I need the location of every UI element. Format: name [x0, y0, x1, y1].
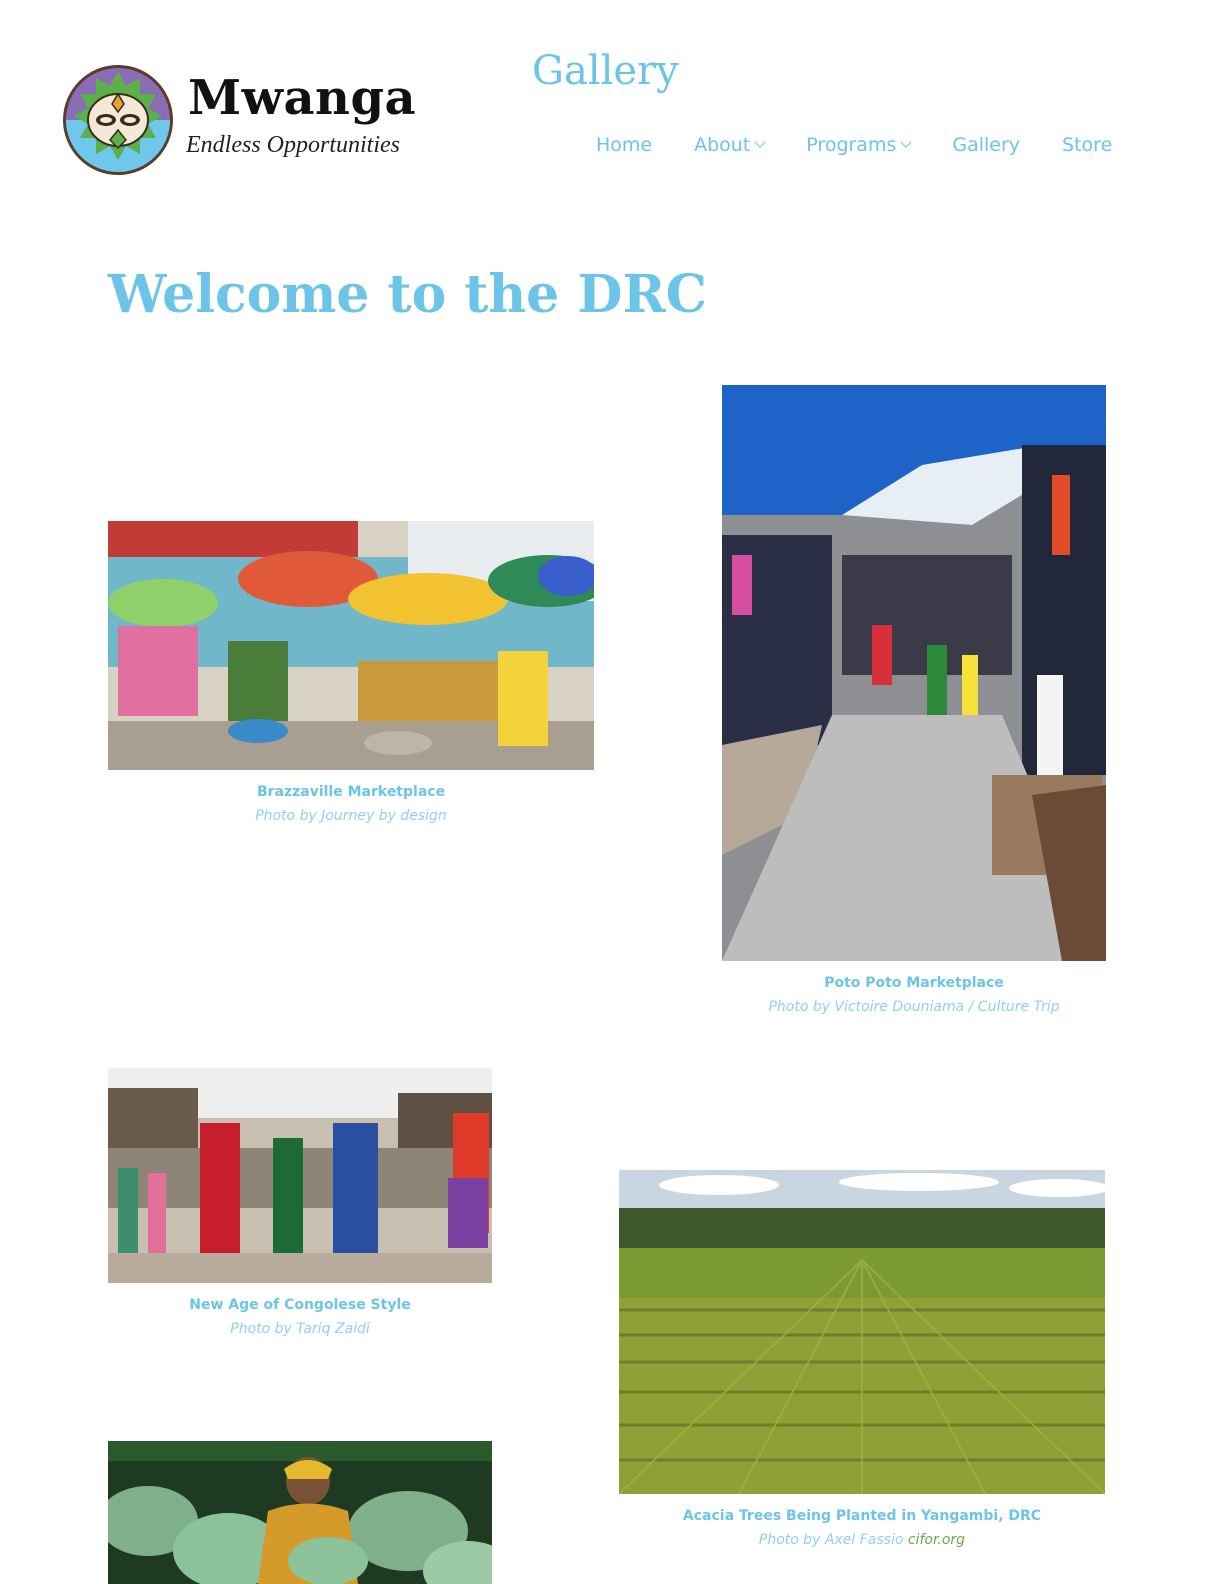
photo-credit-text: Photo by Axel Fassio [758, 1532, 904, 1548]
nav-item-label: Programs [806, 134, 897, 156]
main-nav: Home About Programs Gallery Store [596, 134, 1112, 156]
nav-item-store[interactable]: Store [1062, 134, 1112, 156]
chevron-down-icon [754, 136, 766, 148]
mask-logo-icon [62, 64, 174, 176]
site-logo[interactable]: Mwanga Endless Opportunities [62, 64, 442, 176]
photo-title: Acacia Trees Being Planted in Yangambi, … [682, 1508, 1042, 1524]
photo-credit: Photo by Victoire Douniama / Culture Tri… [768, 999, 1060, 1015]
source-link[interactable]: cifor.org [908, 1532, 965, 1548]
gallery-item: New Age of Congolese Style Photo by Tari… [108, 1068, 492, 1337]
photo-title: New Age of Congolese Style [189, 1297, 411, 1313]
brand-name: Mwanga [188, 70, 417, 126]
gallery-item: Acacia Trees Being Planted in Yangambi, … [619, 1170, 1105, 1548]
nav-item-label: Gallery [952, 134, 1021, 156]
nav-item-label: Home [596, 134, 653, 156]
photo-credit: Photo by Axel Fassio cifor.org [619, 1532, 1105, 1548]
nav-item-label: Store [1062, 134, 1113, 156]
nav-item-home[interactable]: Home [596, 134, 652, 156]
gallery-item: Poto Poto Marketplace Photo by Victoire … [722, 385, 1106, 1015]
nav-item-about[interactable]: About [694, 134, 766, 156]
gallery-photo[interactable] [108, 1441, 492, 1584]
nav-item-gallery[interactable]: Gallery [952, 134, 1020, 156]
brand-tagline: Endless Opportunities [186, 132, 400, 158]
nav-item-programs[interactable]: Programs [806, 134, 913, 156]
nav-item-label: About [694, 134, 751, 156]
gallery-photo[interactable] [722, 385, 1106, 961]
photo-credit: Photo by Journey by design [255, 808, 447, 824]
gallery-photo[interactable] [619, 1170, 1105, 1494]
gallery-photo[interactable] [108, 1068, 492, 1283]
gallery-item [108, 1441, 492, 1584]
gallery-item: Brazzaville Marketplace Photo by Journey… [108, 521, 594, 824]
photo-credit: Photo by Tariq Zaidi [230, 1321, 370, 1337]
photo-title: Poto Poto Marketplace [824, 975, 1004, 991]
photo-title: Brazzaville Marketplace [256, 784, 446, 800]
gallery-photo[interactable] [108, 521, 594, 770]
chevron-down-icon [900, 136, 913, 148]
page-title: Gallery [532, 48, 679, 94]
section-heading: Welcome to the DRC [108, 264, 708, 325]
